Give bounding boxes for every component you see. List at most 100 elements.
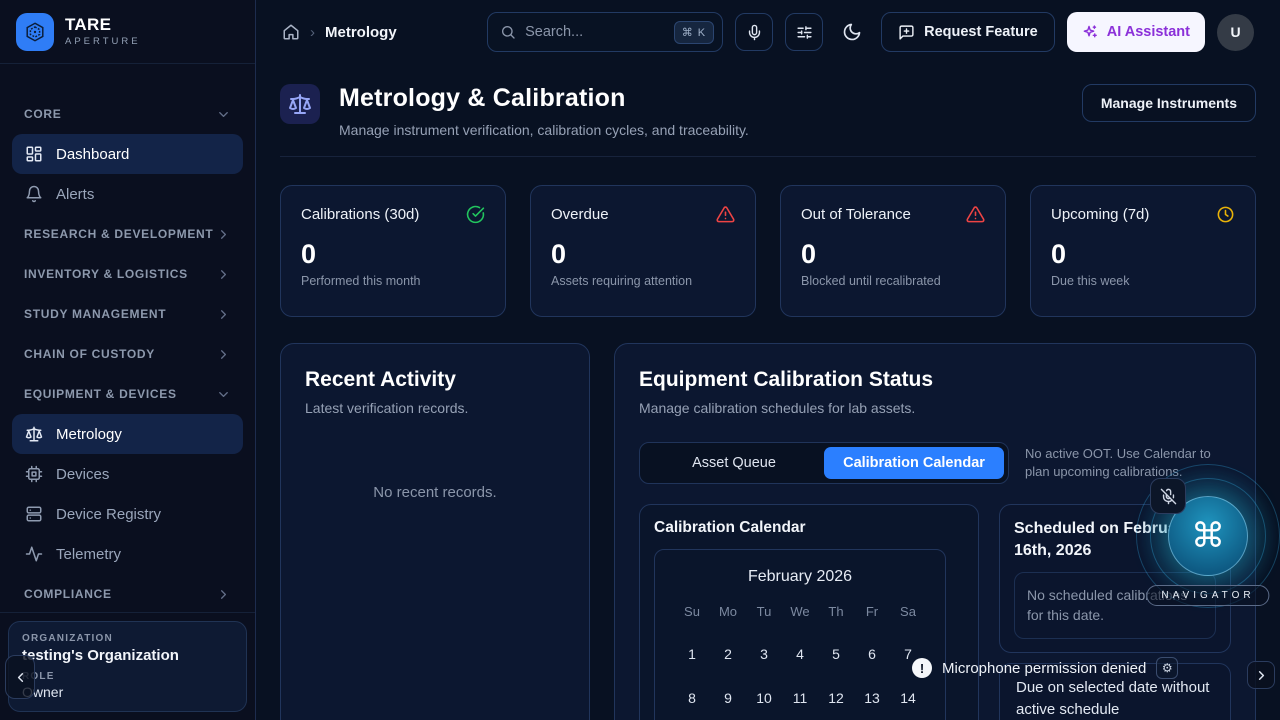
chevron-right-icon: [216, 587, 231, 602]
calendar-day[interactable]: 3: [746, 638, 782, 670]
chevron-right-icon: [216, 267, 231, 282]
panels-row: Recent Activity Latest verification reco…: [280, 343, 1256, 720]
sidebar-item-alerts[interactable]: Alerts: [12, 174, 243, 214]
page-content: Metrology & Calibration Manage instrumen…: [256, 64, 1280, 720]
calendar-day[interactable]: 8: [674, 682, 710, 714]
dashboard-icon: [24, 145, 44, 163]
moon-icon: [842, 22, 862, 42]
chevron-right-icon: [216, 347, 231, 362]
calendar-day[interactable]: 12: [818, 682, 854, 714]
sidebar-item-telemetry[interactable]: Telemetry: [12, 534, 243, 574]
chevron-down-icon: [216, 107, 231, 122]
sidebar-item-dashboard[interactable]: Dashboard: [12, 134, 243, 174]
home-icon[interactable]: [282, 23, 300, 41]
weekday-label: Mo: [710, 604, 746, 626]
bell-icon: [24, 185, 44, 203]
organization-label: ORGANIZATION: [22, 633, 233, 644]
chevron-left-icon: [13, 670, 28, 685]
stat-card-overdue: Overdue 0 Assets requiring attention: [530, 185, 756, 317]
stat-title: Overdue: [551, 206, 609, 223]
search-bar[interactable]: ⌘ K: [487, 12, 723, 52]
stat-caption: Blocked until recalibrated: [801, 274, 985, 288]
recent-activity-title: Recent Activity: [305, 368, 565, 392]
main-area: › Metrology ⌘ K: [256, 0, 1280, 720]
tab-asset-queue[interactable]: Asset Queue: [644, 447, 824, 479]
organization-name: testing's Organization: [22, 647, 233, 664]
calendar-day[interactable]: 6: [854, 638, 890, 670]
ai-assistant-button[interactable]: AI Assistant: [1067, 12, 1205, 52]
search-icon: [500, 24, 516, 40]
request-feature-button[interactable]: Request Feature: [881, 12, 1055, 52]
stat-value: 0: [551, 239, 735, 270]
brand-name: TARE: [65, 16, 141, 35]
stat-card-upcoming: Upcoming (7d) 0 Due this week: [1030, 185, 1256, 317]
weekday-label: Tu: [746, 604, 782, 626]
equipment-panel-subtitle: Manage calibration schedules for lab ass…: [639, 400, 1231, 416]
section-compliance[interactable]: COMPLIANCE: [12, 574, 243, 614]
month-calendar: February 2026 Su Mo Tu We Th Fr Sa 1: [654, 549, 946, 720]
stat-value: 0: [301, 239, 485, 270]
calibration-calendar-card: Calibration Calendar February 2026 Su Mo…: [639, 504, 979, 720]
due-panel-title: Due on selected date without active sche…: [1014, 677, 1216, 720]
calendar-day[interactable]: 5: [818, 638, 854, 670]
calendar-day[interactable]: 1: [674, 638, 710, 670]
check-circle-icon: [466, 205, 485, 224]
calendar-day[interactable]: 4: [782, 638, 818, 670]
weekday-label: We: [782, 604, 818, 626]
sidebar-item-device-registry[interactable]: Device Registry: [12, 494, 243, 534]
calendar-day[interactable]: 10: [746, 682, 782, 714]
chevron-right-icon: [216, 307, 231, 322]
mic-off-icon: [1160, 488, 1177, 505]
section-inventory-logistics[interactable]: INVENTORY & LOGISTICS: [12, 254, 243, 294]
topbar: › Metrology ⌘ K: [256, 0, 1280, 64]
calendar-grid: Su Mo Tu We Th Fr Sa 1 2 3: [673, 604, 927, 720]
section-research-development[interactable]: RESEARCH & DEVELOPMENT: [12, 214, 243, 254]
section-chain-of-custody[interactable]: CHAIN OF CUSTODY: [12, 334, 243, 374]
brand-logo[interactable]: [16, 13, 54, 51]
panel-expand-button[interactable]: [1247, 661, 1275, 689]
microphone-button[interactable]: [735, 13, 773, 51]
weekday-label: Fr: [854, 604, 890, 626]
calendar-day[interactable]: 2: [710, 638, 746, 670]
activity-icon: [24, 545, 44, 563]
theme-toggle-button[interactable]: [835, 13, 869, 51]
calendar-day[interactable]: 13: [854, 682, 890, 714]
filters-button[interactable]: [785, 13, 823, 51]
sidebar-item-devices[interactable]: Devices: [12, 454, 243, 494]
stat-card-out-of-tolerance: Out of Tolerance 0 Blocked until recalib…: [780, 185, 1006, 317]
weekday-label: Su: [674, 604, 710, 626]
calibration-tabs: Asset Queue Calibration Calendar: [639, 442, 1009, 484]
calendar-day[interactable]: 14: [890, 682, 926, 714]
manage-instruments-button[interactable]: Manage Instruments: [1082, 84, 1256, 122]
user-avatar[interactable]: U: [1217, 14, 1254, 51]
stat-caption: Assets requiring attention: [551, 274, 735, 288]
calendar-heading: Calibration Calendar: [654, 519, 964, 537]
page-header: Metrology & Calibration Manage instrumen…: [280, 84, 1256, 157]
calendar-day[interactable]: 7: [890, 638, 926, 670]
cpu-icon: [24, 465, 44, 483]
section-study-management[interactable]: STUDY MANAGEMENT: [12, 294, 243, 334]
recent-activity-subtitle: Latest verification records.: [305, 400, 565, 416]
stat-caption: Due this week: [1051, 274, 1235, 288]
sidebar: TARE APERTURE CORE Dashboard: [0, 0, 256, 720]
mic-off-button[interactable]: [1150, 478, 1186, 514]
stat-title: Out of Tolerance: [801, 206, 911, 223]
calendar-day[interactable]: 9: [710, 682, 746, 714]
search-input[interactable]: [525, 24, 665, 40]
mic-icon: [746, 24, 763, 41]
section-equipment-devices[interactable]: EQUIPMENT & DEVICES: [12, 374, 243, 414]
brand: TARE APERTURE: [0, 0, 255, 64]
page-subtitle: Manage instrument verification, calibrat…: [339, 122, 749, 138]
weekday-label: Th: [818, 604, 854, 626]
tab-calibration-calendar[interactable]: Calibration Calendar: [824, 447, 1004, 479]
role-value: Owner: [22, 684, 233, 700]
stat-title: Upcoming (7d): [1051, 206, 1149, 223]
stat-title: Calibrations (30d): [301, 206, 419, 223]
brand-tagline: APERTURE: [65, 36, 141, 47]
chevron-down-icon: [216, 387, 231, 402]
chevron-right-icon: [1254, 668, 1269, 683]
sidebar-item-metrology[interactable]: Metrology: [12, 414, 243, 454]
section-core[interactable]: CORE: [12, 94, 243, 134]
sidebar-collapse-button[interactable]: [5, 655, 35, 699]
calendar-day[interactable]: 11: [782, 682, 818, 714]
